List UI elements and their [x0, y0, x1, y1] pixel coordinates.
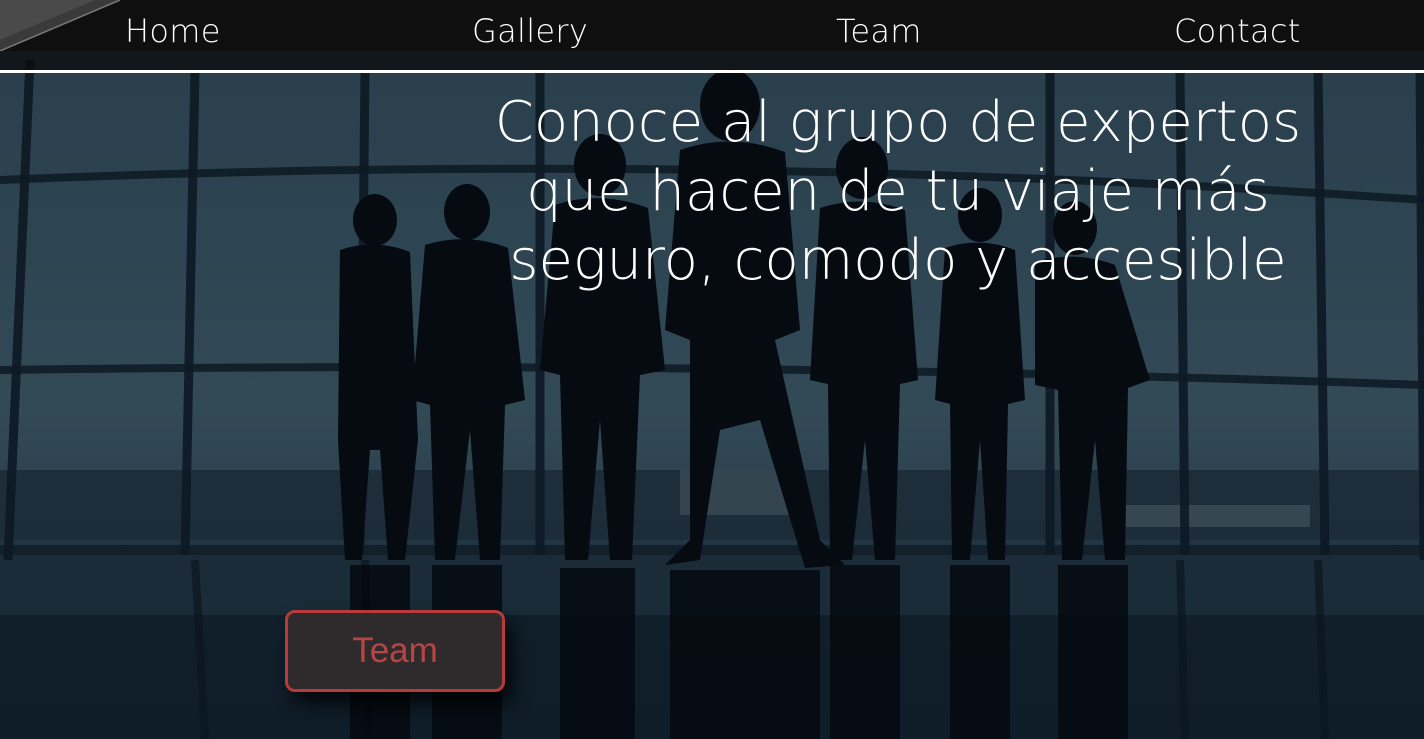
top-nav-bar: Home Gallery Team Contact: [0, 0, 1424, 51]
nav-shadow-strip: [0, 51, 1424, 70]
nav-divider-line: [0, 70, 1424, 73]
team-button[interactable]: Team: [285, 610, 505, 692]
hero-headline: Conoce al grupo de expertos que hacen de…: [494, 90, 1302, 293]
page: Home Gallery Team Contact Conoce al grup…: [0, 0, 1424, 739]
nav-link-home[interactable]: Home: [125, 9, 221, 53]
nav-link-gallery[interactable]: Gallery: [472, 9, 588, 53]
nav-link-contact[interactable]: Contact: [1174, 9, 1301, 53]
corner-fold-decoration: [0, 0, 120, 51]
nav-link-team[interactable]: Team: [836, 9, 922, 53]
